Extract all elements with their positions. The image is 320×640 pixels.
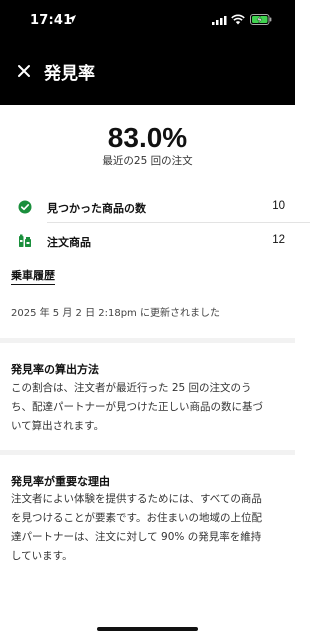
- wifi-icon: [231, 14, 245, 25]
- row-divider: [47, 222, 310, 223]
- calculation-section-body: この割合は、注文者が最近行った 25 回の注文のう ち、配達パートナーが見つけた…: [11, 379, 287, 436]
- body-line: を見つけることが要素です。お住まいの地域の上位配: [11, 512, 262, 524]
- importance-section-title: 発見率が重要な理由: [11, 475, 110, 488]
- battery-charging-icon: [250, 14, 272, 25]
- section-divider: [0, 338, 295, 343]
- body-line: しています。: [11, 550, 73, 562]
- calculation-section-title: 発見率の算出方法: [11, 363, 99, 376]
- home-indicator[interactable]: [97, 627, 198, 631]
- metric-row-found-items: 見つかった商品の数 10: [0, 194, 295, 222]
- importance-section-body: 注文者によい体験を提供するためには、すべての商品 を見つけることが要素です。お住…: [11, 490, 287, 566]
- discovery-rate-caption: 最近の25 回の注文: [102, 155, 193, 167]
- close-icon[interactable]: [17, 64, 31, 78]
- cellular-signal-icon: [212, 16, 227, 25]
- section-divider: [0, 450, 295, 455]
- body-line: 達パートナーは、注文に対して 90% の発見率を維持: [11, 531, 262, 543]
- metric-row-ordered-items: 注文商品 12: [0, 228, 295, 256]
- trip-history-link[interactable]: 乗車履歴: [11, 267, 55, 285]
- metric-label: 注文商品: [47, 236, 91, 249]
- check-circle-icon: [18, 200, 32, 214]
- body-line: いて算出されます。: [11, 420, 105, 432]
- metric-label: 見つかった商品の数: [47, 202, 146, 215]
- metric-value: 10: [272, 200, 285, 212]
- body-line: 注文者によい体験を提供するためには、すべての商品: [11, 493, 262, 505]
- page-title: 発見率: [44, 64, 95, 84]
- grocery-items-icon: [19, 234, 31, 247]
- status-bar: 17:41: [0, 0, 295, 40]
- metric-value: 12: [272, 234, 285, 246]
- last-updated-text: 2025 年 5 月 2 日 2:18pm に更新されました: [11, 308, 220, 319]
- body-line: ち、配達パートナーが見つけた正しい商品の数に基づ: [11, 401, 263, 413]
- body-line: この割合は、注文者が最近行った 25 回の注文のう: [11, 382, 252, 394]
- discovery-rate-value: 83.0%: [107, 122, 188, 153]
- location-arrow-icon: [68, 15, 76, 23]
